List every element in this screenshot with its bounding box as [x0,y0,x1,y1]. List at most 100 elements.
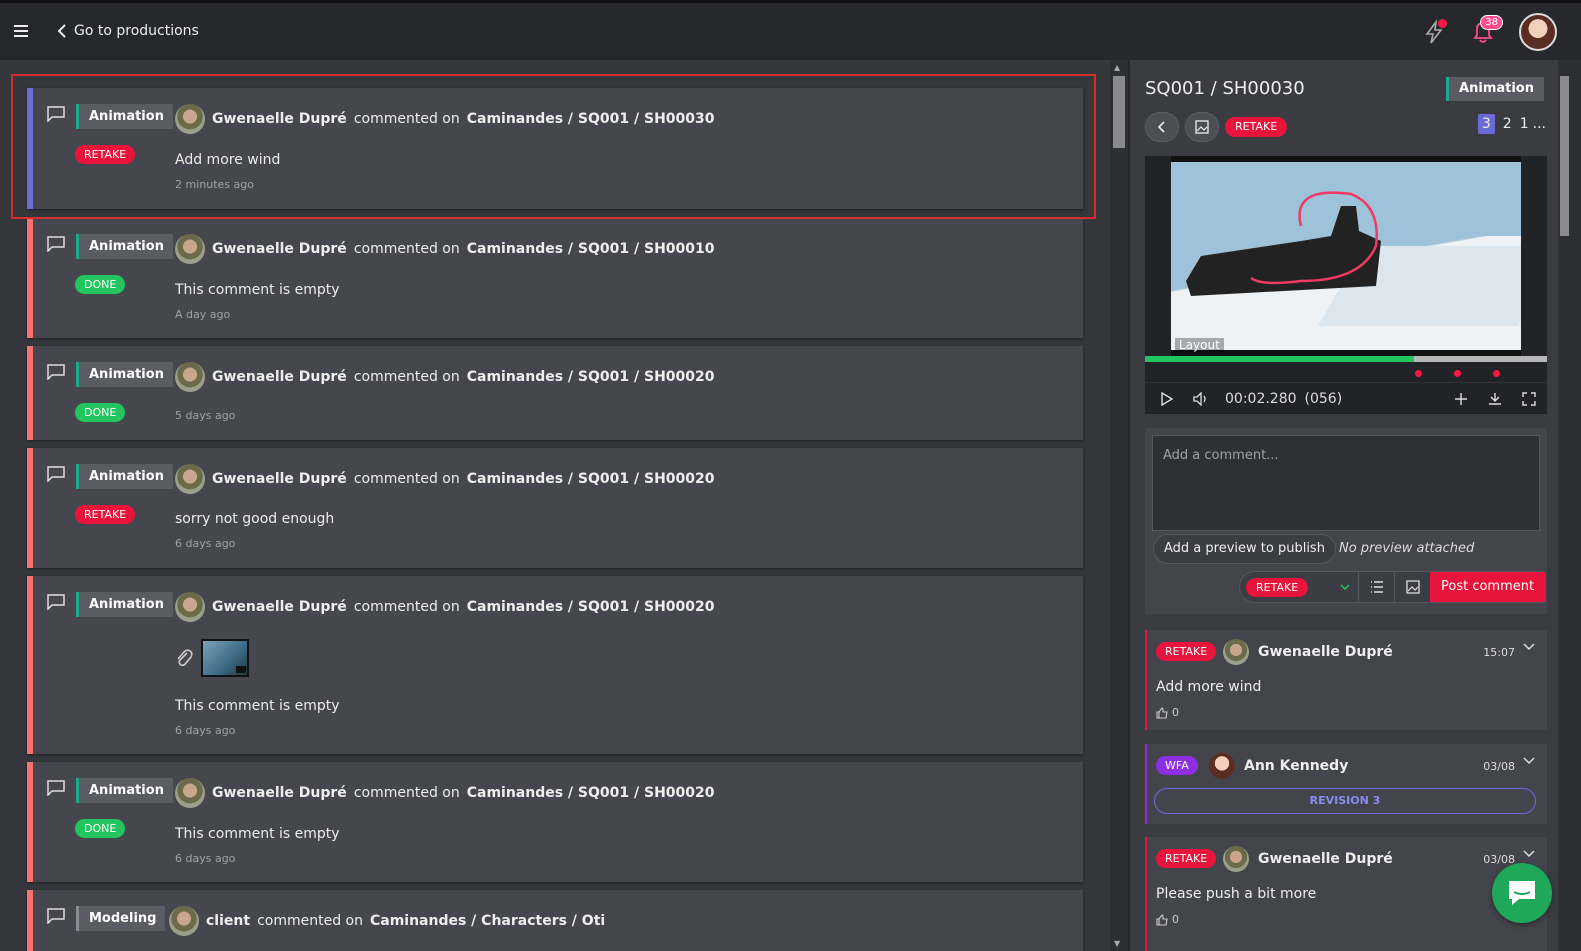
annotation-marker[interactable] [1454,370,1461,377]
checklist-button[interactable] [1358,572,1394,602]
author-name[interactable]: Gwenaelle Dupré [212,111,347,127]
frame-number: (056) [1304,390,1343,407]
news-bolt-icon[interactable] [1421,19,1447,45]
feed-card[interactable]: Animation RETAKE Gwenaelle Dupré comment… [27,88,1083,209]
support-chat-button[interactable] [1492,863,1552,923]
panel-task-tag: Animation [1446,77,1544,101]
author-name[interactable]: Gwenaelle Dupré [212,599,347,615]
feed-card[interactable]: Animation RETAKE Gwenaelle Dupré comment… [27,448,1083,568]
playback-progress[interactable] [1145,356,1547,362]
timecode: 00:02.280 [1225,390,1297,407]
feed-scroll-thumb[interactable] [1113,76,1125,148]
history-comment: RETAKE Gwenaelle Dupré 15:07 Add more wi… [1145,630,1547,730]
post-comment-button[interactable]: Post comment [1430,572,1546,602]
entity-link[interactable]: Caminandes / SQ001 / SH00020 [467,785,715,801]
chevron-down-icon[interactable] [1523,643,1535,651]
frame-label: Layout [1175,338,1224,352]
like-button[interactable]: 0 [1156,913,1179,926]
revision-more[interactable]: ... [1533,116,1546,132]
feed-card[interactable]: Animation DONE Gwenaelle Dupré commented… [27,346,1083,440]
comment-time: 2 minutes ago [175,178,254,191]
status-badge: WFA [1156,756,1198,775]
comment-time: 5 days ago [175,409,236,422]
revision-link-button[interactable]: REVISION 3 [1154,788,1536,814]
chevron-down-icon[interactable] [1523,850,1535,858]
preview-frame[interactable]: Layout [1171,156,1521,356]
play-icon[interactable] [1157,389,1177,409]
scroll-up-arrow-icon[interactable]: ▲ [1114,63,1120,72]
annotation-marker[interactable] [1415,370,1422,377]
author-name[interactable]: Gwenaelle Dupré [1258,851,1393,867]
comment-text: sorry not good enough [175,511,335,527]
back-to-productions-link[interactable]: Go to productions [58,23,199,39]
comment-time: 6 days ago [175,852,236,865]
fullscreen-icon[interactable] [1519,389,1539,409]
history-comment: WFA Ann Kennedy 03/08 REVISION 3 [1145,744,1547,824]
annotation-marker[interactable] [1493,370,1500,377]
status-badge: DONE [75,403,126,422]
panel-scroll-thumb[interactable] [1560,76,1569,236]
post-controls: RETAKE Post comment [1239,571,1547,603]
entity-link[interactable]: Caminandes / SQ001 / SH00030 [467,111,715,127]
revision-selector: 3 2 1 ... [1477,114,1546,134]
revision-2[interactable]: 2 [1503,116,1512,132]
volume-icon[interactable] [1191,389,1211,409]
author-name[interactable]: Gwenaelle Dupré [212,369,347,385]
comment-verb: commented on [257,913,363,929]
comment-feed: Animation RETAKE Gwenaelle Dupré comment… [0,60,1110,951]
add-icon[interactable] [1451,389,1471,409]
news-indicator [1438,19,1447,28]
feed-card[interactable]: Animation Gwenaelle Dupré commented on C… [27,576,1083,754]
feed-card[interactable]: Animation DONE Gwenaelle Dupré commented… [27,762,1083,882]
comment-icon [47,780,65,796]
status-badge: RETAKE [1156,849,1217,868]
revision-3[interactable]: 3 [1477,114,1495,134]
previous-button[interactable] [1145,112,1179,142]
panel-status-badge: RETAKE [1225,117,1288,137]
author-name[interactable]: client [206,913,250,929]
user-avatar[interactable] [1519,13,1557,51]
comment-textarea[interactable] [1152,435,1540,531]
feed-card[interactable]: Modeling client commented on Caminandes … [27,890,1083,951]
author-name[interactable]: Ann Kennedy [1244,758,1348,774]
attach-image-button[interactable] [1394,572,1430,602]
comment-icon [47,106,65,122]
menu-icon[interactable] [14,25,28,37]
like-count: 0 [1172,913,1179,926]
feed-scrollbar[interactable]: ▲ ▼ [1110,60,1128,951]
author-name[interactable]: Gwenaelle Dupré [212,785,347,801]
author-name[interactable]: Gwenaelle Dupré [1258,644,1393,660]
image-button[interactable] [1185,112,1219,142]
comment-text: This comment is empty [175,698,340,714]
preview-thumbnail[interactable] [201,639,249,677]
comment-icon [47,594,65,610]
feed-card[interactable]: Animation DONE Gwenaelle Dupré commented… [27,218,1083,338]
playback-progress-fill [1145,356,1415,362]
video-player: Layout 00:02.280 (056) [1145,156,1547,414]
add-preview-button[interactable]: Add a preview to publish [1153,534,1336,564]
status-select[interactable]: RETAKE [1240,572,1358,602]
status-badge: RETAKE [75,145,136,164]
image-icon [1405,580,1420,594]
entity-link[interactable]: Caminandes / SQ001 / SH00020 [467,369,715,385]
entity-link[interactable]: Caminandes / SQ001 / SH00020 [467,599,715,615]
task-type-tag: Animation [76,778,173,803]
entity-link[interactable]: Caminandes / SQ001 / SH00010 [467,241,715,257]
entity-link[interactable]: Caminandes / SQ001 / SH00020 [467,471,715,487]
scroll-down-arrow-icon[interactable]: ▼ [1114,939,1120,948]
chevron-down-icon[interactable] [1523,757,1535,765]
download-icon[interactable] [1485,389,1505,409]
thumbs-up-icon [1156,706,1168,719]
like-button[interactable]: 0 [1156,706,1179,719]
shot-title: SQ001 / SH00030 [1145,78,1305,99]
notifications-bell-icon[interactable]: 38 [1469,15,1503,46]
author-name[interactable]: Gwenaelle Dupré [212,241,347,257]
panel-scrollbar[interactable] [1558,60,1581,951]
comment-text: Please push a bit more [1156,886,1317,902]
list-icon [1370,581,1383,593]
thumbs-up-icon [1156,913,1168,926]
task-type-tag: Animation [76,464,173,489]
entity-link[interactable]: Caminandes / Characters / Oti [370,913,605,929]
revision-1[interactable]: 1 [1520,116,1529,132]
author-name[interactable]: Gwenaelle Dupré [212,471,347,487]
